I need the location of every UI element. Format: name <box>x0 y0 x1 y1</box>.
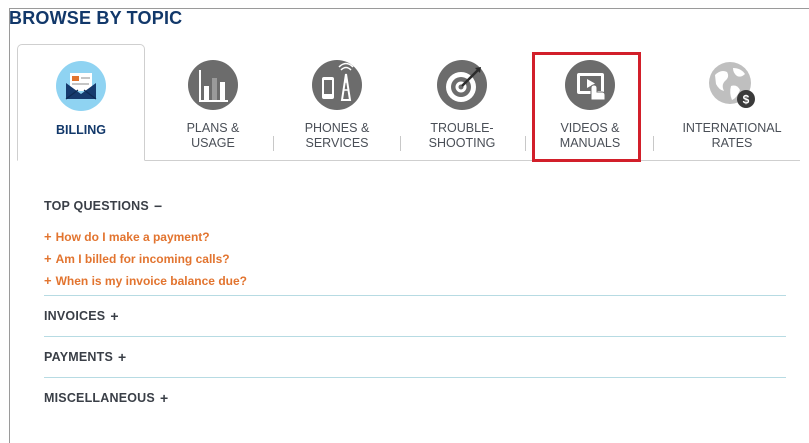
bar-chart-icon <box>188 60 238 110</box>
tab-billing[interactable]: BILLING <box>17 44 145 161</box>
section-invoices[interactable]: INVOICES + <box>44 296 786 336</box>
tab-international-rates[interactable]: $ INTERNATIONAL RATES <box>667 44 797 161</box>
page-title: BROWSE BY TOPIC <box>9 8 183 28</box>
globe-dollar-icon: $ <box>709 62 755 108</box>
question-text: How do I make a payment? <box>55 230 210 244</box>
tab-separator <box>400 136 401 151</box>
section-payments[interactable]: PAYMENTS + <box>44 337 786 377</box>
tab-label: PLANS & USAGE <box>186 121 240 150</box>
question-link[interactable]: + How do I make a payment? <box>44 229 786 251</box>
expand-icon: + <box>159 390 169 406</box>
phone-tower-icon <box>312 60 362 110</box>
top-questions-toggle[interactable]: TOP QUESTIONS − <box>44 198 786 214</box>
tab-label: PHONES & SERVICES <box>304 121 370 150</box>
question-link[interactable]: + When is my invoice balance due? <box>44 273 786 295</box>
plus-icon: + <box>44 273 52 288</box>
question-link[interactable]: + Am I billed for incoming calls? <box>44 251 786 273</box>
topic-tabs: BILLING PLANS & USAGE PHONES & SERVICES … <box>7 44 800 162</box>
target-icon <box>437 60 487 110</box>
section-title: TOP QUESTIONS <box>44 199 149 213</box>
plus-icon: + <box>44 229 52 244</box>
section-title: MISCELLANEOUS <box>44 391 155 405</box>
tab-separator <box>653 136 654 151</box>
plus-icon: + <box>44 251 52 266</box>
section-title: INVOICES <box>44 309 106 323</box>
envelope-bill-icon <box>56 61 106 111</box>
tab-label: BILLING <box>56 123 106 137</box>
section-title: PAYMENTS <box>44 350 113 364</box>
tab-separator <box>525 136 526 151</box>
expand-icon: + <box>110 308 119 324</box>
tab-label: TROUBLE- SHOOTING <box>428 121 496 150</box>
faq-content: TOP QUESTIONS − + How do I make a paymen… <box>44 198 786 418</box>
tab-separator <box>273 136 274 151</box>
tab-plans-usage[interactable]: PLANS & USAGE <box>157 44 269 161</box>
tab-troubleshooting[interactable]: TROUBLE- SHOOTING <box>403 44 521 161</box>
section-miscellaneous[interactable]: MISCELLANEOUS + <box>44 378 786 418</box>
question-text: Am I billed for incoming calls? <box>55 252 230 266</box>
collapse-icon: − <box>153 198 163 214</box>
svg-text:$: $ <box>743 93 750 107</box>
expand-icon: + <box>117 349 127 365</box>
tab-phones-services[interactable]: PHONES & SERVICES <box>277 44 397 161</box>
question-text: When is my invoice balance due? <box>55 274 247 288</box>
tab-label: VIDEOS & MANUALS <box>559 121 621 150</box>
tab-label: INTERNATIONAL RATES <box>682 121 782 150</box>
question-list: + How do I make a payment? + Am I billed… <box>44 229 786 295</box>
tab-videos-manuals[interactable]: VIDEOS & MANUALS <box>531 44 649 161</box>
video-touch-icon <box>565 60 615 110</box>
